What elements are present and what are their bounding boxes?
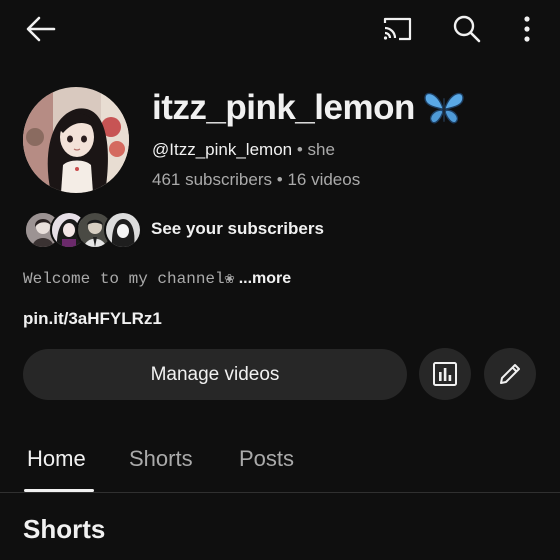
- analytics-icon: [433, 362, 457, 386]
- channel-stats: 461 subscribers • 16 videos: [152, 170, 360, 190]
- tab-shorts[interactable]: Shorts: [129, 446, 193, 472]
- cast-icon: [383, 17, 412, 41]
- stats-separator: •: [276, 170, 283, 189]
- see-subscribers-link[interactable]: See your subscribers: [151, 219, 324, 239]
- handle-separator: •: [296, 140, 303, 159]
- back-button[interactable]: [20, 10, 62, 48]
- channel-pronouns: she: [307, 140, 335, 159]
- tab-home[interactable]: Home: [27, 446, 86, 472]
- handle-line: @Itzz_pink_lemon • she: [152, 140, 335, 160]
- channel-name-text: itzz_pink_lemon: [152, 88, 415, 127]
- channel-handle: @Itzz_pink_lemon: [152, 140, 293, 159]
- channel-avatar[interactable]: [23, 87, 129, 193]
- search-button[interactable]: [446, 10, 488, 48]
- channel-description[interactable]: Welcome to my channel❀ ...more: [23, 268, 291, 288]
- cast-button[interactable]: [376, 10, 418, 48]
- more-vertical-icon: [524, 16, 530, 42]
- subscriber-avatars[interactable]: [24, 211, 142, 249]
- search-icon: [453, 15, 481, 43]
- subscriber-avatar: [104, 211, 142, 249]
- tab-divider: [0, 492, 560, 493]
- description-text: Welcome to my channel❀: [23, 270, 235, 288]
- pencil-icon: [500, 364, 520, 384]
- channel-name: itzz_pink_lemon: [152, 88, 465, 128]
- video-count: 16 videos: [287, 170, 361, 189]
- channel-link[interactable]: pin.it/3aHFYLRz1: [23, 309, 162, 329]
- manage-videos-label: Manage videos: [150, 363, 280, 385]
- avatar-image: [23, 87, 129, 193]
- analytics-button[interactable]: [419, 348, 471, 400]
- manage-videos-button[interactable]: Manage videos: [23, 349, 407, 400]
- description-more-link[interactable]: ...more: [239, 270, 291, 287]
- butterfly-icon: [424, 92, 464, 124]
- edit-channel-button[interactable]: [484, 348, 536, 400]
- more-options-button[interactable]: [506, 10, 548, 48]
- tab-posts[interactable]: Posts: [239, 446, 294, 472]
- shorts-section-title: Shorts: [23, 514, 106, 544]
- subscriber-count: 461 subscribers: [152, 170, 273, 189]
- arrow-left-icon: [26, 16, 56, 42]
